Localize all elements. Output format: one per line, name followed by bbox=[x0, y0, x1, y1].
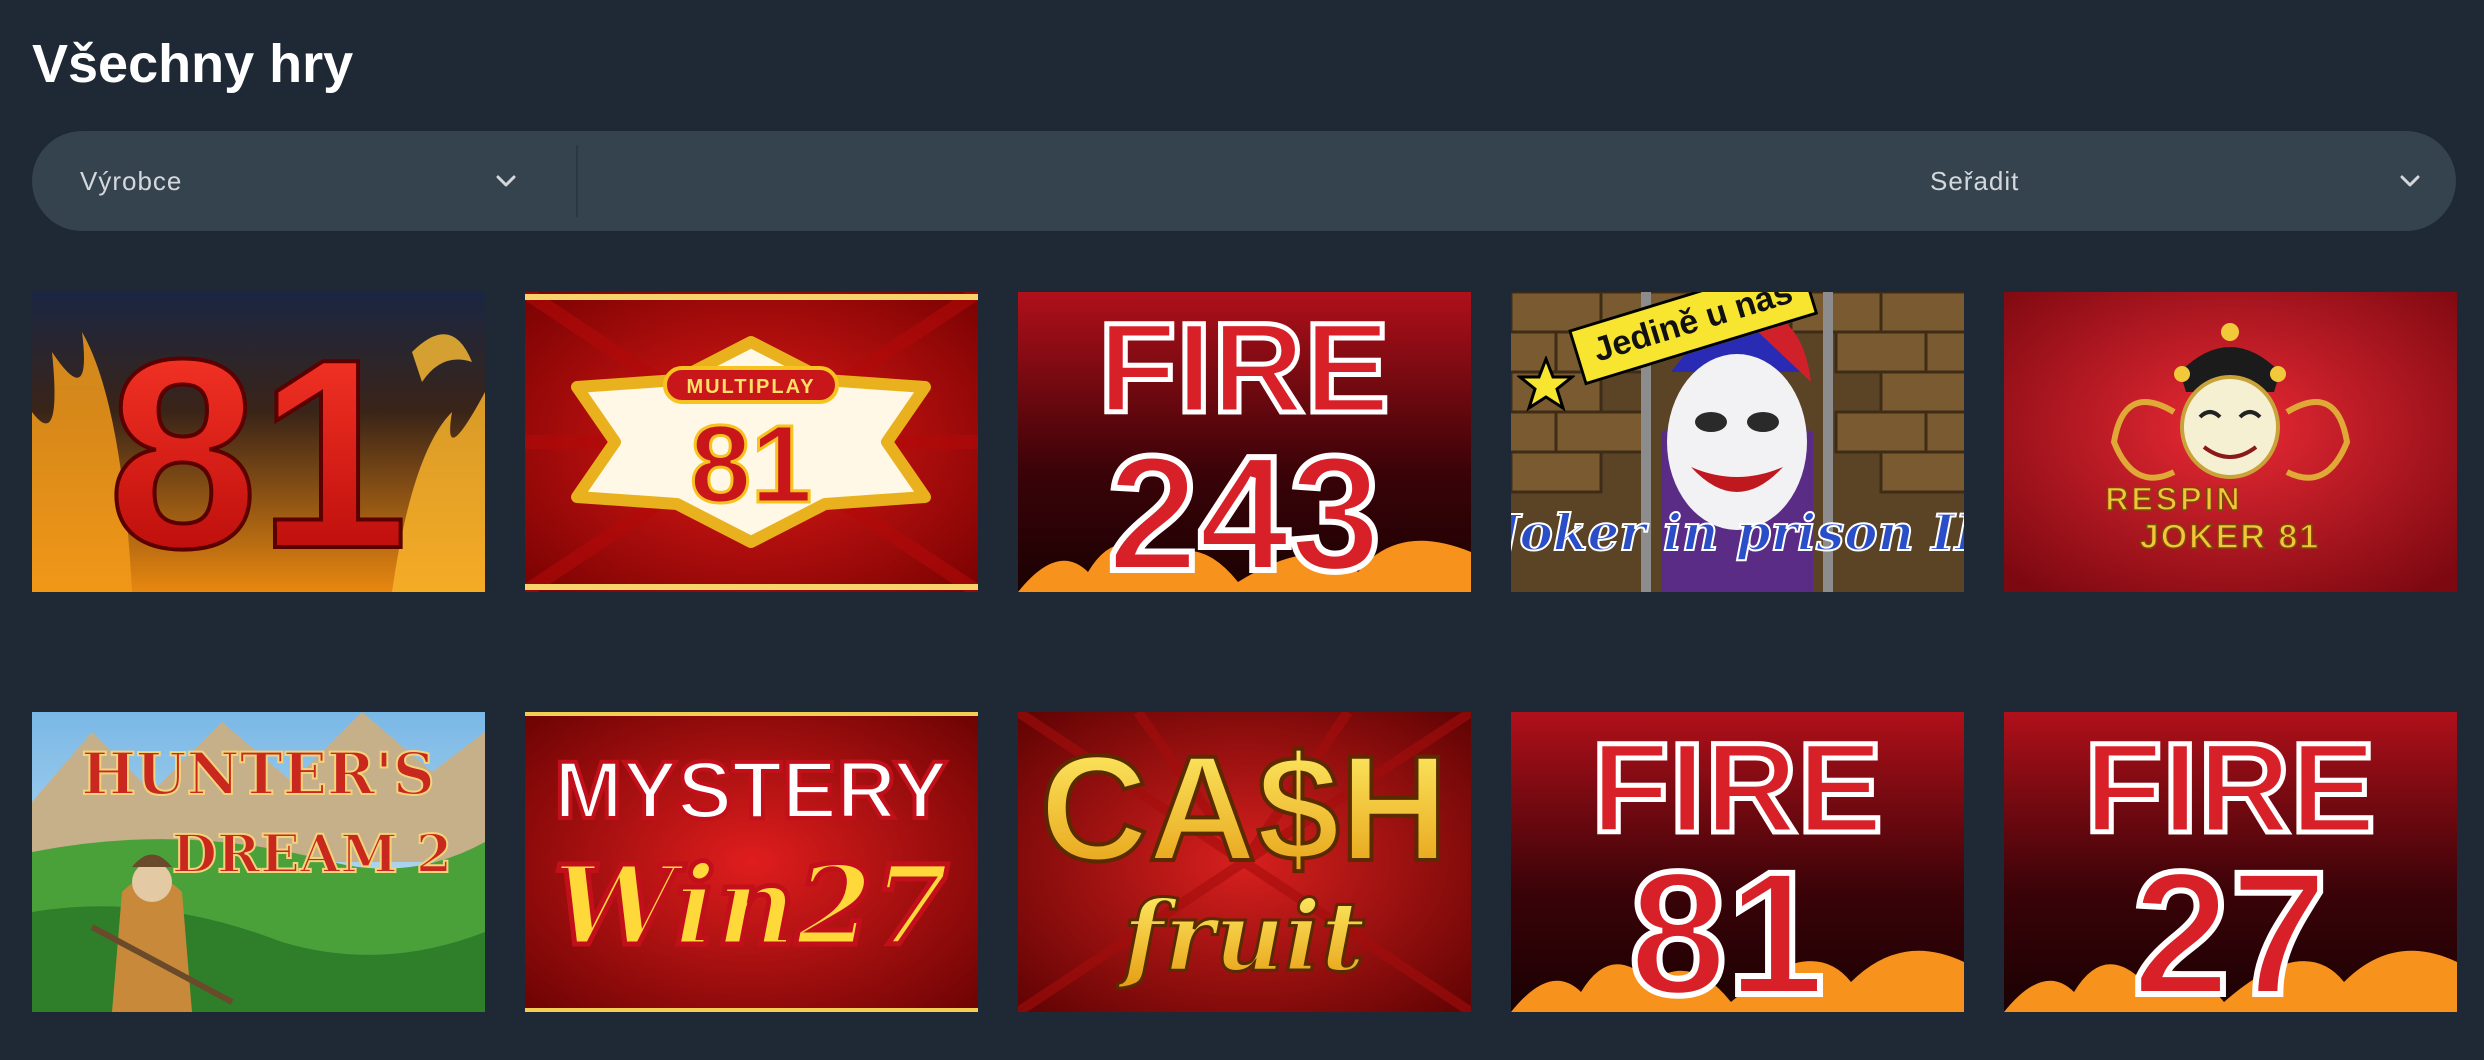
game-subtitle-text: DREAM 2 bbox=[172, 824, 452, 885]
game-subtitle-text: 81 bbox=[690, 403, 812, 526]
game-thumbnail: CA$H fruit bbox=[1018, 712, 1471, 1012]
sort-label: Seřadit bbox=[1930, 166, 2020, 196]
game-thumbnail: RESPIN JOKER 81 bbox=[2004, 292, 2457, 592]
game-thumbnail: MULTIPLAY 81 bbox=[525, 292, 978, 592]
game-subtitle-text: 81 bbox=[1629, 836, 1825, 1012]
sort-dropdown[interactable]: Seřadit bbox=[578, 131, 2456, 231]
game-tile-respin-joker-81[interactable]: RESPIN JOKER 81 bbox=[2004, 292, 2457, 592]
game-title-text: CA$H bbox=[1040, 724, 1448, 892]
game-thumbnail: MYSTERY Win27 bbox=[525, 712, 978, 1012]
game-thumbnail: HUNTER'S DREAM 2 bbox=[32, 712, 485, 1012]
game-subtitle-text: fruit bbox=[1117, 880, 1365, 993]
game-title-text: FIRE bbox=[1098, 297, 1390, 440]
page-title: Všechny hry bbox=[32, 34, 354, 94]
game-title-text: RESPIN bbox=[2105, 481, 2242, 517]
game-subtitle-text: Win27 bbox=[553, 841, 949, 970]
game-tile-hunters-dream-2[interactable]: HUNTER'S DREAM 2 bbox=[32, 712, 485, 1012]
chevron-down-icon bbox=[496, 175, 516, 187]
game-tile-joker-in-prison-2[interactable]: Joker in prison II Jedině u nás bbox=[1511, 292, 1964, 592]
game-tile-cash-fruit[interactable]: CA$H fruit bbox=[1018, 712, 1471, 1012]
game-thumbnail: FIRE 27 bbox=[2004, 712, 2457, 1012]
game-tile-81[interactable]: 81 bbox=[32, 292, 485, 592]
game-tile-fire-81[interactable]: FIRE 81 bbox=[1511, 712, 1964, 1012]
game-tile-multiplay-81[interactable]: MULTIPLAY 81 bbox=[525, 292, 978, 592]
game-title-text: MYSTERY bbox=[554, 745, 947, 836]
game-title-text: 81 bbox=[108, 304, 408, 592]
game-thumbnail: Joker in prison II bbox=[1511, 292, 1964, 592]
game-subtitle-text: 27 bbox=[2132, 836, 2328, 1012]
game-thumbnail: FIRE 81 bbox=[1511, 712, 1964, 1012]
manufacturer-filter-dropdown[interactable]: Výrobce bbox=[32, 131, 576, 231]
game-title-text: MULTIPLAY bbox=[686, 376, 815, 398]
game-title-text: Joker in prison II bbox=[1511, 503, 1964, 562]
manufacturer-filter-label: Výrobce bbox=[80, 166, 183, 196]
game-subtitle-text: JOKER 81 bbox=[2140, 518, 2320, 556]
chevron-down-icon bbox=[2400, 175, 2420, 187]
game-tile-fire-27[interactable]: FIRE 27 bbox=[2004, 712, 2457, 1012]
game-tile-fire-243[interactable]: FIRE 243 bbox=[1018, 292, 1471, 592]
game-subtitle-text: 243 bbox=[1107, 422, 1381, 592]
game-tile-mystery-win27[interactable]: MYSTERY Win27 bbox=[525, 712, 978, 1012]
filter-bar: Výrobce Seřadit bbox=[32, 131, 2456, 231]
game-thumbnail: 81 bbox=[32, 292, 485, 592]
game-title-text: HUNTER'S bbox=[81, 740, 435, 808]
game-thumbnail: FIRE 243 bbox=[1018, 292, 1471, 592]
